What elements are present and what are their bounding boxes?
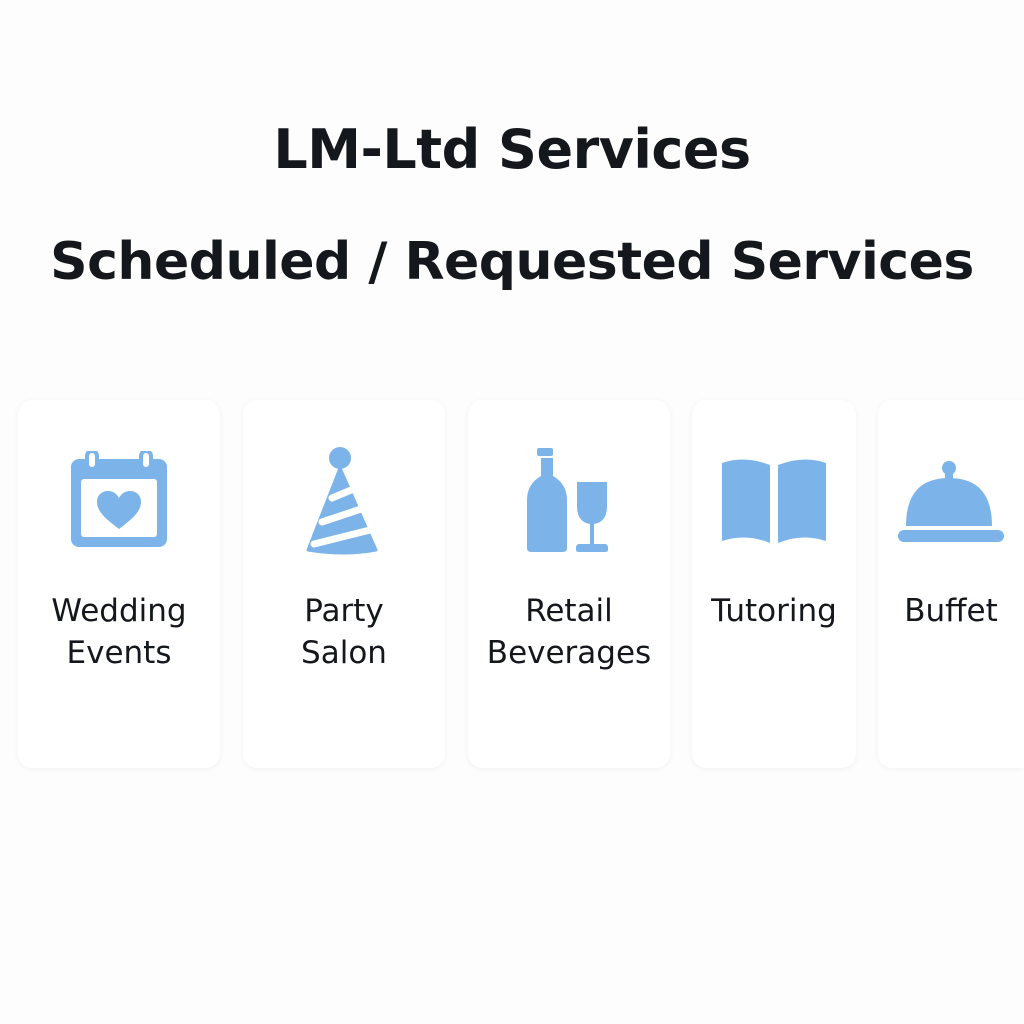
service-label: Buffet: [904, 593, 998, 629]
bottle-glass-icon: [468, 446, 670, 556]
service-card-wedding-events[interactable]: Wedding Events: [18, 400, 220, 768]
food-cloche-icon: [878, 446, 1024, 556]
page-subtitle: Scheduled / Requested Services: [50, 232, 974, 292]
service-label: Tutoring: [711, 593, 837, 629]
service-card-buffet[interactable]: Buffet: [878, 400, 1024, 768]
service-label: Wedding Events: [51, 593, 187, 671]
page-title: LM-Ltd Services: [273, 118, 751, 181]
service-label: Party Salon: [301, 593, 387, 671]
calendar-heart-icon: [18, 446, 220, 556]
service-card-party-salon[interactable]: Party Salon: [243, 400, 445, 768]
service-label: Retail Beverages: [486, 593, 652, 671]
service-card-tutoring[interactable]: Tutoring: [692, 400, 856, 768]
service-card-retail-beverages[interactable]: Retail Beverages: [468, 400, 670, 768]
open-book-icon: [692, 446, 856, 556]
services-page: LM-Ltd Services Scheduled / Requested Se…: [0, 0, 1024, 1024]
party-hat-icon: [243, 446, 445, 556]
